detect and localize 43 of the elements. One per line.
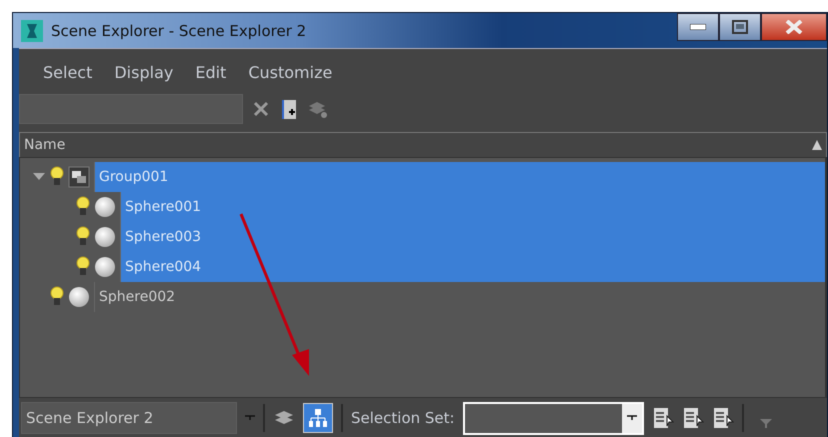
add-layer-icon[interactable]	[279, 98, 297, 120]
column-header[interactable]: Name	[19, 132, 827, 157]
selection-set-dropdown[interactable]	[462, 402, 644, 434]
app-logo-icon	[21, 20, 43, 42]
sphere-icon	[94, 196, 116, 218]
light-bulb-icon[interactable]	[76, 196, 90, 218]
light-bulb-icon[interactable]	[76, 256, 90, 278]
maximize-icon	[732, 20, 748, 34]
light-bulb-icon[interactable]	[76, 226, 90, 248]
window-title: Scene Explorer - Scene Explorer 2	[51, 22, 306, 40]
selection-list-icon[interactable]	[652, 406, 674, 430]
menu-item[interactable]: Select	[43, 62, 92, 82]
column-label: Name	[24, 137, 66, 153]
selection-set-label: Selection Set:	[351, 409, 455, 427]
search-field[interactable]	[19, 94, 243, 124]
group-icon	[68, 166, 90, 188]
explorer-name-field[interactable]: Scene Explorer 2	[21, 402, 237, 434]
expand-arrow-icon[interactable]	[33, 173, 45, 181]
sphere-icon	[68, 286, 90, 308]
close-icon	[785, 20, 803, 34]
selection-list-icon[interactable]	[712, 406, 734, 430]
clear-icon[interactable]	[253, 101, 269, 117]
maximize-button[interactable]	[719, 13, 761, 41]
tree-item[interactable]: Sphere004	[120, 252, 825, 282]
sort-icon[interactable]	[812, 140, 822, 150]
hierarchy-button[interactable]	[303, 403, 333, 433]
hierarchy-icon	[308, 408, 328, 428]
selection-list-icon[interactable]	[682, 406, 704, 430]
light-bulb-icon[interactable]	[50, 286, 64, 308]
menu-item[interactable]: Display	[114, 62, 174, 82]
tree-item[interactable]: Sphere003	[120, 222, 825, 252]
menu-item[interactable]: Edit	[195, 62, 226, 82]
tree-item[interactable]: Sphere002	[94, 282, 825, 312]
minimize-button[interactable]	[677, 13, 719, 41]
close-button[interactable]	[761, 13, 827, 41]
light-bulb-icon[interactable]	[50, 166, 64, 188]
minimize-icon	[690, 24, 706, 30]
dropdown-icon	[626, 415, 637, 421]
sphere-icon	[94, 226, 116, 248]
menu-item[interactable]: Customize	[248, 62, 332, 82]
tree-item[interactable]: Sphere001	[120, 192, 825, 222]
sphere-icon	[94, 256, 116, 278]
tree-item[interactable]: Group001	[94, 162, 825, 192]
